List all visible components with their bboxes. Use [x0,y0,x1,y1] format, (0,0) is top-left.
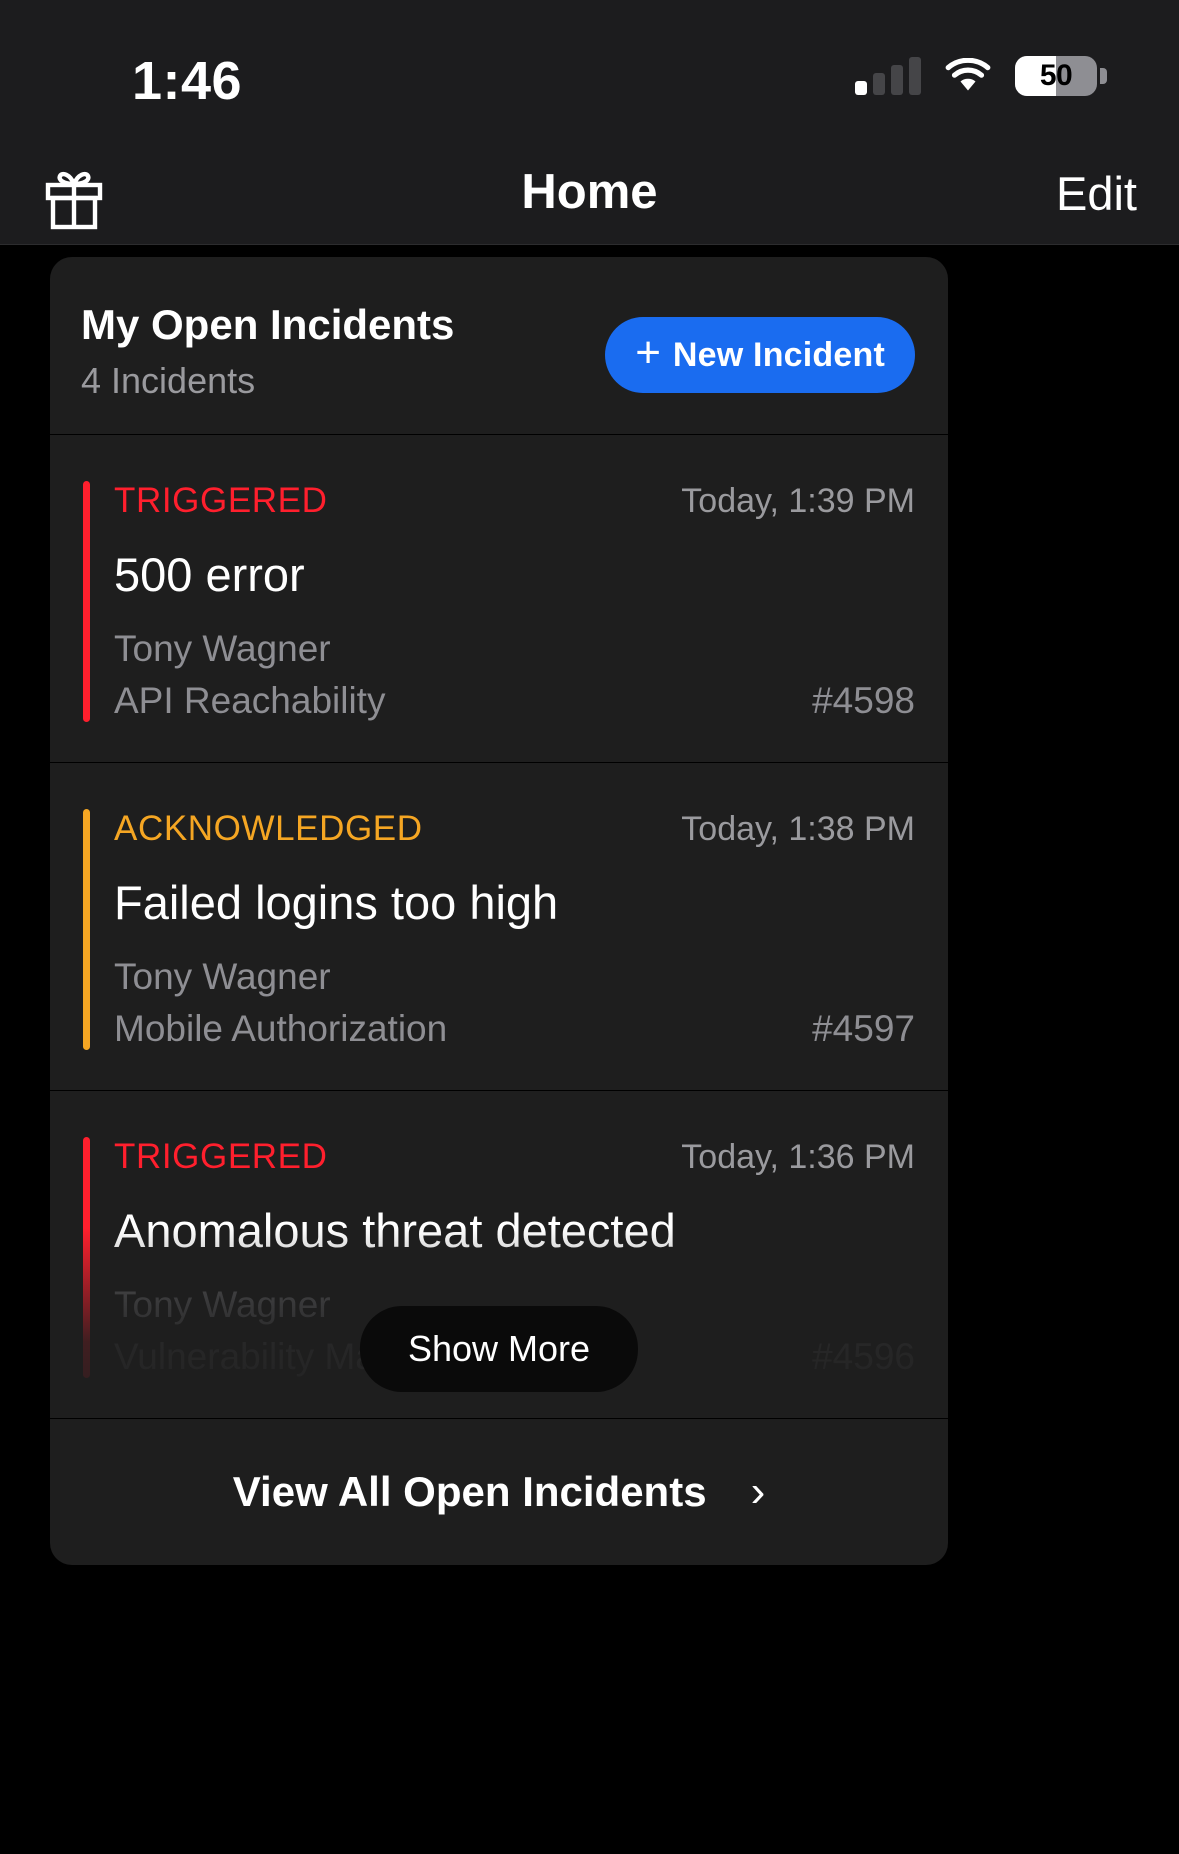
incident-timestamp: Today, 1:39 PM [681,482,915,520]
view-all-open-incidents-button[interactable]: View All Open Incidents › [50,1419,948,1565]
new-incident-button[interactable]: + New Incident [605,317,915,393]
incident-row-top: TRIGGERED Today, 1:36 PM [83,1137,915,1177]
chevron-right-icon: › [750,1467,766,1516]
page-title: Home [521,165,658,219]
battery-terminal [1100,68,1107,84]
incident-number: #4598 [812,680,915,721]
incident-assignee: Tony Wagner [114,628,331,669]
battery-percent-label: 50 [1039,59,1073,92]
incident-timestamp: Today, 1:38 PM [681,810,915,848]
incident-row-bottom: API Reachability #4598 [83,680,915,722]
incident-assignee: Tony Wagner [114,956,331,997]
edit-button[interactable]: Edit [1056,166,1137,221]
status-badge: TRIGGERED [114,481,328,520]
incident-row-bottom: Mobile Authorization #4597 [83,1008,915,1050]
incident-title: Anomalous threat detected [114,1204,676,1257]
navigation-bar: Home Edit [0,150,1179,245]
incident-title: Failed logins too high [114,876,559,929]
my-open-incidents-card: My Open Incidents 4 Incidents + New Inci… [50,257,948,1565]
status-accent-bar [83,1137,90,1378]
status-bar-indicators: 50 [855,52,1107,100]
incident-row[interactable]: TRIGGERED Today, 1:39 PM 500 error Tony … [50,435,948,763]
status-accent-bar [83,481,90,722]
status-bar: 1:46 50 [0,0,1179,150]
battery-icon: 50 [1015,56,1107,96]
incident-row[interactable]: ACKNOWLEDGED Today, 1:38 PM Failed login… [50,763,948,1091]
card-subtitle: 4 Incidents [81,360,256,401]
home-screen: My Open Incidents 4 Incidents + New Inci… [0,245,1179,1854]
incident-number: #4596 [812,1336,915,1377]
incident-service: API Reachability [114,680,386,721]
card-title: My Open Incidents [81,301,455,348]
incident-service: Mobile Authorization [114,1008,448,1049]
plus-icon: + [635,328,661,377]
status-badge: ACKNOWLEDGED [114,809,423,848]
incident-number: #4597 [812,1008,915,1049]
incident-row-top: TRIGGERED Today, 1:39 PM [83,481,915,521]
card-header: My Open Incidents 4 Incidents + New Inci… [50,257,948,435]
show-more-button[interactable]: Show More [359,1306,639,1392]
status-badge: TRIGGERED [114,1137,328,1176]
incident-row-top: ACKNOWLEDGED Today, 1:38 PM [83,809,915,849]
new-incident-label: New Incident [672,335,885,374]
incident-timestamp: Today, 1:36 PM [681,1138,915,1176]
incident-row[interactable]: TRIGGERED Today, 1:36 PM Anomalous threa… [50,1091,948,1419]
status-bar-time: 1:46 [132,51,243,111]
cellular-signal-icon [855,57,921,95]
view-all-label: View All Open Incidents [232,1468,707,1515]
incident-title: 500 error [114,548,305,601]
wifi-icon [945,58,991,94]
status-accent-bar [83,809,90,1050]
